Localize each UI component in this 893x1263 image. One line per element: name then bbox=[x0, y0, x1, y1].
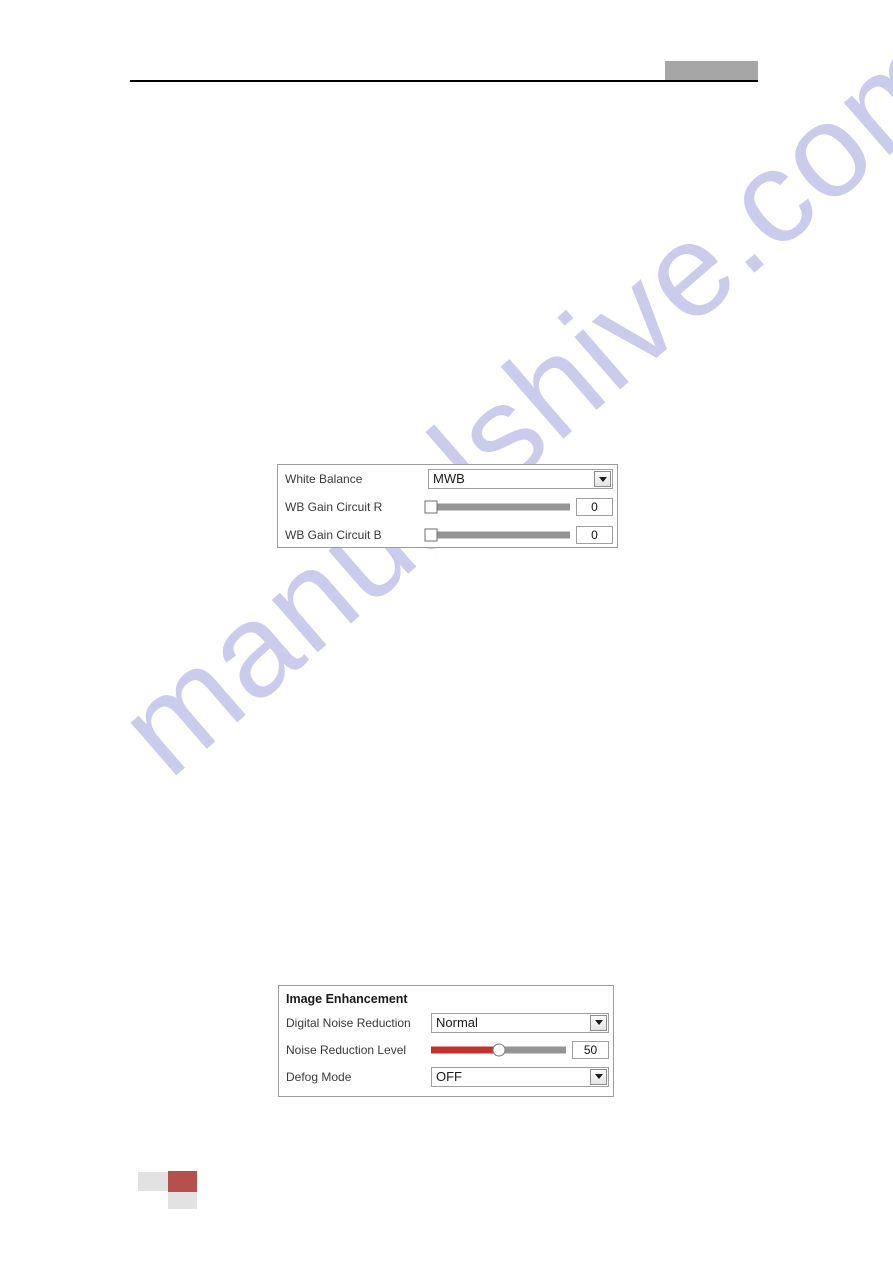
value-wb-gain-circuit-r[interactable]: 0 bbox=[576, 498, 613, 516]
header-badge bbox=[665, 61, 758, 80]
row-wb-gain-circuit-r: WB Gain Circuit R 0 bbox=[278, 493, 617, 521]
chevron-down-icon[interactable] bbox=[590, 1014, 607, 1031]
select-white-balance[interactable]: MWB bbox=[428, 469, 613, 489]
control-digital-noise-reduction: Normal bbox=[431, 1009, 613, 1036]
row-defog-mode: Defog Mode OFF bbox=[279, 1063, 613, 1090]
slider-handle[interactable] bbox=[424, 528, 438, 542]
label-wb-gain-circuit-b: WB Gain Circuit B bbox=[285, 528, 382, 542]
row-white-balance: White Balance MWB bbox=[278, 465, 617, 493]
footer-mark-red bbox=[168, 1171, 197, 1192]
page-header bbox=[130, 55, 758, 85]
select-defog-mode[interactable]: OFF bbox=[431, 1066, 609, 1087]
row-digital-noise-reduction: Digital Noise Reduction Normal bbox=[279, 1009, 613, 1036]
label-white-balance: White Balance bbox=[285, 472, 363, 486]
slider-handle[interactable] bbox=[492, 1043, 505, 1056]
slider-fill bbox=[431, 1046, 499, 1053]
select-defog-mode-value: OFF bbox=[436, 1068, 462, 1084]
value-noise-reduction-level[interactable]: 50 bbox=[572, 1040, 609, 1059]
control-noise-reduction-level: 50 bbox=[431, 1036, 613, 1063]
select-digital-noise-reduction[interactable]: Normal bbox=[431, 1012, 609, 1033]
watermark-text: manualshive.com bbox=[91, 0, 893, 803]
chevron-down-icon[interactable] bbox=[590, 1068, 607, 1085]
slider-handle[interactable] bbox=[424, 500, 438, 514]
footer-marks bbox=[138, 1171, 238, 1217]
label-wb-gain-circuit-r: WB Gain Circuit R bbox=[285, 500, 383, 514]
panel-title-image-enhancement: Image Enhancement bbox=[286, 992, 408, 1006]
panel-white-balance: White Balance MWB WB Gain Circuit R 0 WB… bbox=[277, 464, 618, 548]
slider-track bbox=[428, 503, 570, 511]
control-wb-gain-circuit-r: 0 bbox=[424, 493, 617, 521]
row-noise-reduction-level: Noise Reduction Level 50 bbox=[279, 1036, 613, 1063]
value-wb-gain-circuit-b[interactable]: 0 bbox=[576, 526, 613, 544]
slider-wb-gain-circuit-b[interactable] bbox=[424, 525, 570, 545]
slider-wb-gain-circuit-r[interactable] bbox=[424, 497, 570, 517]
control-wb-gain-circuit-b: 0 bbox=[424, 521, 617, 549]
select-white-balance-value: MWB bbox=[433, 471, 465, 486]
label-noise-reduction-level: Noise Reduction Level bbox=[286, 1042, 407, 1057]
select-digital-noise-reduction-value: Normal bbox=[436, 1014, 478, 1030]
header-divider bbox=[130, 80, 758, 82]
label-digital-noise-reduction: Digital Noise Reduction bbox=[286, 1015, 411, 1030]
control-white-balance: MWB bbox=[428, 465, 617, 493]
footer-mark-gray-bottom bbox=[168, 1192, 197, 1209]
row-wb-gain-circuit-b: WB Gain Circuit B 0 bbox=[278, 521, 617, 549]
chevron-down-icon[interactable] bbox=[594, 471, 611, 487]
slider-noise-reduction-level[interactable] bbox=[431, 1040, 566, 1060]
slider-track bbox=[428, 531, 570, 539]
control-defog-mode: OFF bbox=[431, 1063, 613, 1090]
panel-image-enhancement: Image Enhancement Digital Noise Reductio… bbox=[278, 985, 614, 1097]
label-defog-mode: Defog Mode bbox=[286, 1069, 352, 1084]
footer-mark-gray-left bbox=[138, 1172, 168, 1191]
